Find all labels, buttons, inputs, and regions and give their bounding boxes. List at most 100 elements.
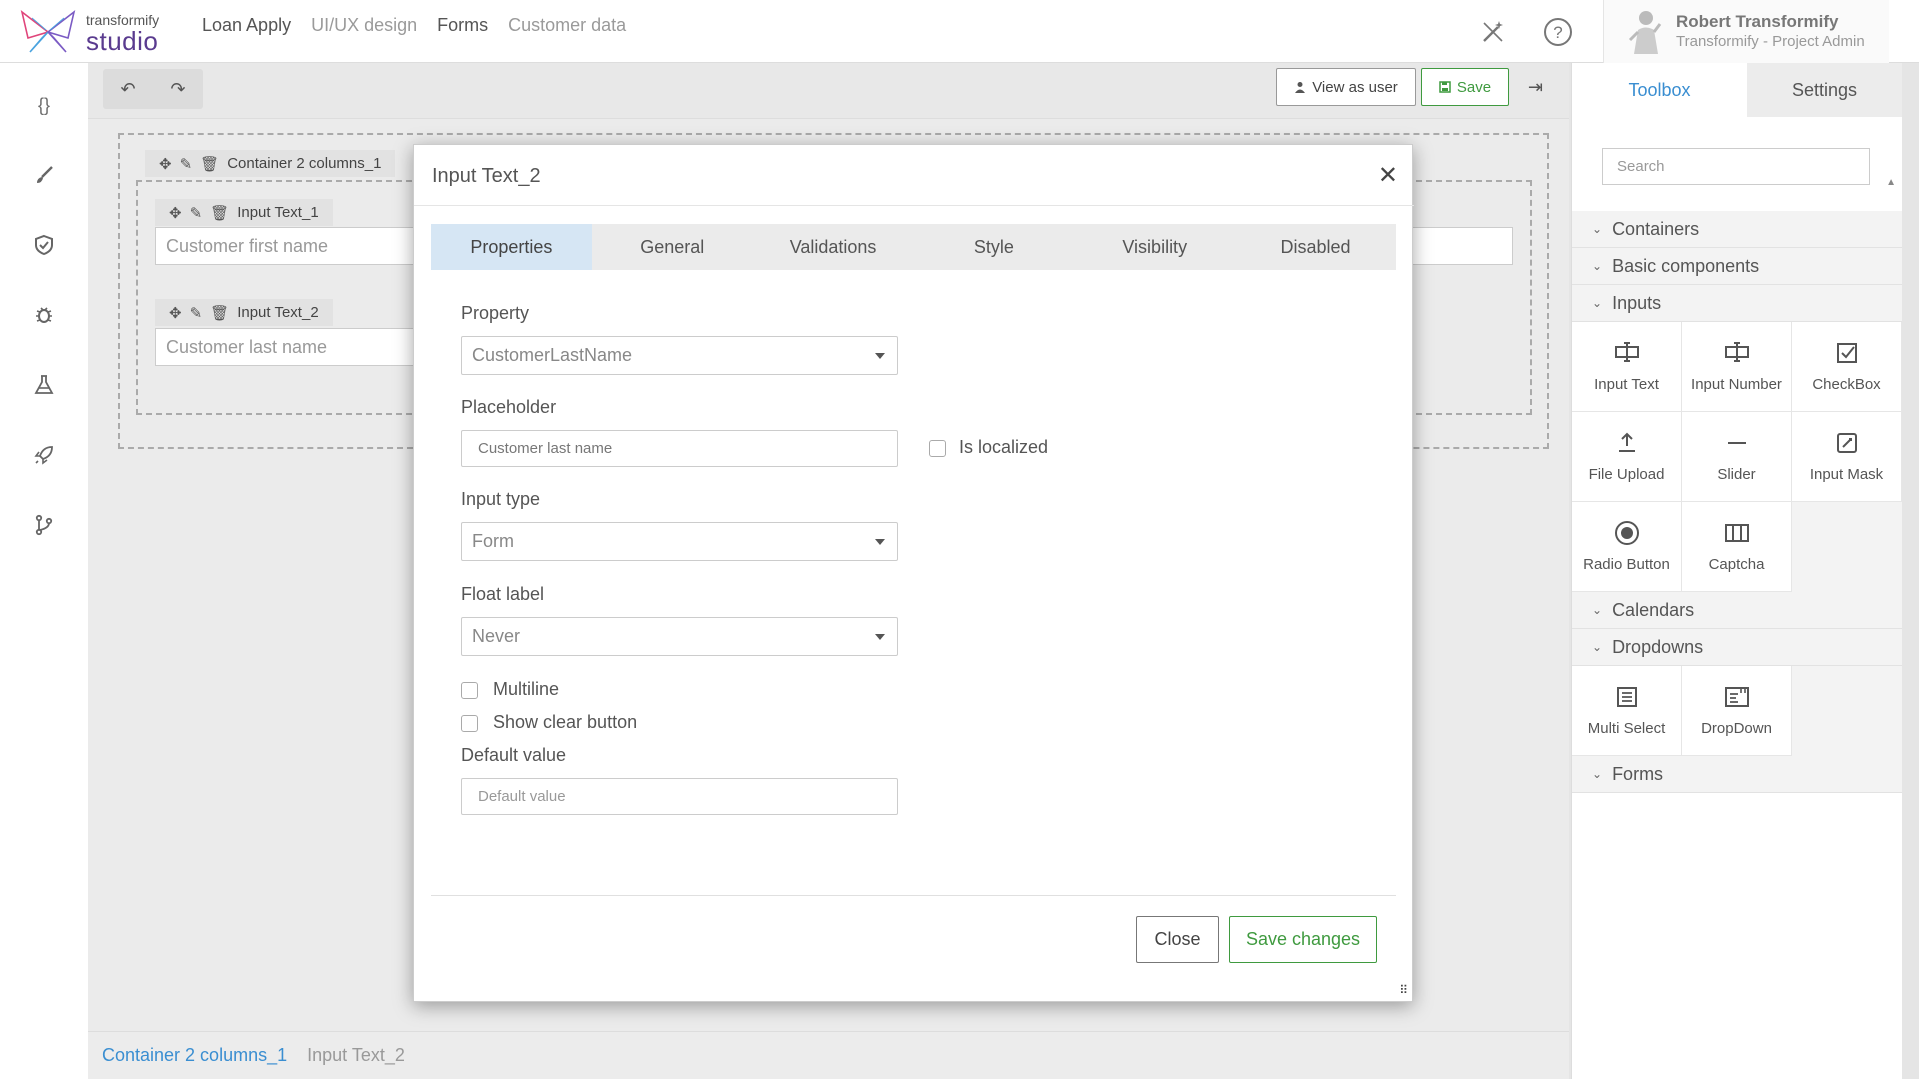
edit-icon[interactable]: ✎ <box>190 204 203 222</box>
float-label-label: Float label <box>461 584 545 604</box>
delete-icon[interactable]: 🗑 <box>200 155 219 173</box>
move-icon[interactable]: ✥ <box>169 204 182 222</box>
tool-radio-button[interactable]: Radio Button <box>1572 502 1682 592</box>
section-calendars[interactable]: ⌄ Calendars <box>1572 592 1902 629</box>
panel-tabs: Toolbox Settings <box>1572 63 1902 117</box>
tool-dropdown[interactable]: DropDown <box>1682 666 1792 756</box>
tool-label: Captcha <box>1708 556 1765 573</box>
search-input[interactable]: Search <box>1602 148 1870 185</box>
user-menu[interactable]: Robert Transformify Transformify - Proje… <box>1603 0 1889 63</box>
tab-visibility[interactable]: Visibility <box>1074 224 1235 270</box>
nav-ui-ux-design[interactable]: UI/UX design <box>311 15 417 36</box>
tool-file-upload[interactable]: File Upload <box>1572 412 1682 502</box>
input-text-1-tag: ✥ ✎ 🗑 Input Text_1 <box>155 199 333 226</box>
collapse-panel-icon[interactable]: ⇥ <box>1528 77 1543 98</box>
delete-icon[interactable]: 🗑 <box>210 204 229 222</box>
edit-icon[interactable]: ✎ <box>180 155 193 173</box>
shield-check-icon[interactable] <box>30 231 58 259</box>
view-as-user-button[interactable]: View as user <box>1276 68 1416 106</box>
default-value-label: Default value <box>461 745 567 765</box>
user-name: Robert Transformify <box>1676 12 1839 31</box>
input-properties-dialog: Input Text_2 ✕ Properties General Valida… <box>413 144 1414 1002</box>
tab-validations[interactable]: Validations <box>753 224 914 270</box>
delete-icon[interactable]: 🗑 <box>210 304 229 322</box>
flask-icon[interactable] <box>30 371 58 399</box>
redo-icon[interactable]: ↷ <box>153 69 203 109</box>
tool-slider[interactable]: Slider <box>1682 412 1792 502</box>
tool-label: Multi Select <box>1587 720 1666 737</box>
radio-icon <box>1614 520 1640 546</box>
default-value-input[interactable]: Default value <box>461 778 898 815</box>
tool-label: Input Number <box>1691 376 1782 393</box>
undo-redo-group: ↶ ↷ <box>103 69 203 109</box>
save-label: Save <box>1456 78 1492 96</box>
multiline-checkbox[interactable] <box>461 682 478 699</box>
help-icon[interactable]: ? <box>1543 17 1573 47</box>
input-type-label: Input type <box>461 489 541 509</box>
input-mask-icon <box>1834 430 1860 456</box>
save-button[interactable]: Save <box>1421 68 1509 106</box>
tool-multi-select[interactable]: Multi Select <box>1572 666 1682 756</box>
tool-checkbox[interactable]: CheckBox <box>1792 322 1902 412</box>
move-icon[interactable]: ✥ <box>169 304 182 322</box>
breadcrumb-item-input[interactable]: Input Text_2 <box>307 1045 405 1066</box>
show-clear-button-checkbox[interactable] <box>461 715 478 732</box>
property-select[interactable]: CustomerLastName <box>461 336 898 375</box>
close-button[interactable]: Close <box>1136 916 1219 963</box>
container-tag: ✥ ✎ 🗑 Container 2 columns_1 <box>145 150 396 177</box>
tab-general[interactable]: General <box>592 224 753 270</box>
app-logo[interactable]: transformify studio <box>18 8 178 56</box>
tool-input-text[interactable]: Input Text <box>1572 322 1682 412</box>
nav-customer-data[interactable]: Customer data <box>508 15 626 36</box>
tab-style[interactable]: Style <box>913 224 1074 270</box>
breadcrumb: Container 2 columns_1 Input Text_2 <box>88 1031 1569 1079</box>
rocket-icon[interactable] <box>30 441 58 469</box>
multi-select-icon <box>1614 684 1640 710</box>
placeholder-input[interactable]: Customer last name <box>461 430 898 467</box>
dialog-tabs: Properties General Validations Style Vis… <box>431 224 1396 270</box>
code-braces-icon[interactable]: {} <box>30 91 58 119</box>
checkbox-icon <box>1834 340 1860 366</box>
customer-last-name-input[interactable]: Customer last name <box>155 328 455 366</box>
magic-wand-icon[interactable] <box>1478 17 1508 47</box>
input-type-select[interactable]: Form <box>461 522 898 561</box>
breadcrumb-item-container[interactable]: Container 2 columns_1 <box>102 1045 287 1066</box>
save-changes-button[interactable]: Save changes <box>1229 916 1377 963</box>
undo-icon[interactable]: ↶ <box>103 69 153 109</box>
branch-icon[interactable] <box>30 511 58 539</box>
section-forms[interactable]: ⌄ Forms <box>1572 756 1902 793</box>
tab-disabled[interactable]: Disabled <box>1235 224 1396 270</box>
tab-toolbox[interactable]: Toolbox <box>1572 63 1747 117</box>
tab-settings[interactable]: Settings <box>1747 63 1902 117</box>
move-icon[interactable]: ✥ <box>159 155 172 173</box>
tool-input-number[interactable]: Input Number <box>1682 322 1792 412</box>
customer-first-name-placeholder: Customer first name <box>166 235 329 256</box>
tab-properties[interactable]: Properties <box>431 224 592 270</box>
tool-input-mask[interactable]: Input Mask <box>1792 412 1902 502</box>
section-dropdowns[interactable]: ⌄ Dropdowns <box>1572 629 1902 666</box>
section-containers[interactable]: ⌄ Containers <box>1572 211 1902 248</box>
butterfly-logo-icon <box>20 10 76 53</box>
section-basic-components[interactable]: ⌄ Basic components <box>1572 248 1902 285</box>
caret-down-icon <box>875 539 885 545</box>
chevron-down-icon: ⌄ <box>1592 640 1603 654</box>
brush-icon[interactable] <box>30 161 58 189</box>
resize-handle-icon[interactable]: ⠿ <box>1399 983 1408 997</box>
scroll-up-icon[interactable]: ▲ <box>1886 177 1896 188</box>
user-icon <box>1295 82 1306 93</box>
chevron-down-icon: ⌄ <box>1592 603 1603 617</box>
is-localized-checkbox[interactable] <box>929 440 946 457</box>
caret-down-icon <box>875 634 885 640</box>
tool-captcha[interactable]: Captcha <box>1682 502 1792 592</box>
toolbox-panel: Toolbox Settings ▲ Search ⌄ Containers ⌄ B… <box>1571 63 1902 1079</box>
nav-forms[interactable]: Forms <box>437 15 488 36</box>
close-icon[interactable]: ✕ <box>1378 161 1398 190</box>
nav-loan-apply[interactable]: Loan Apply <box>202 15 291 36</box>
edit-icon[interactable]: ✎ <box>190 304 203 322</box>
floppy-icon <box>1439 81 1451 93</box>
upload-icon <box>1614 430 1640 456</box>
section-inputs[interactable]: ⌄ Inputs <box>1572 285 1902 322</box>
float-label-select[interactable]: Never <box>461 617 898 656</box>
divider <box>431 895 1396 896</box>
bug-icon[interactable] <box>30 301 58 329</box>
